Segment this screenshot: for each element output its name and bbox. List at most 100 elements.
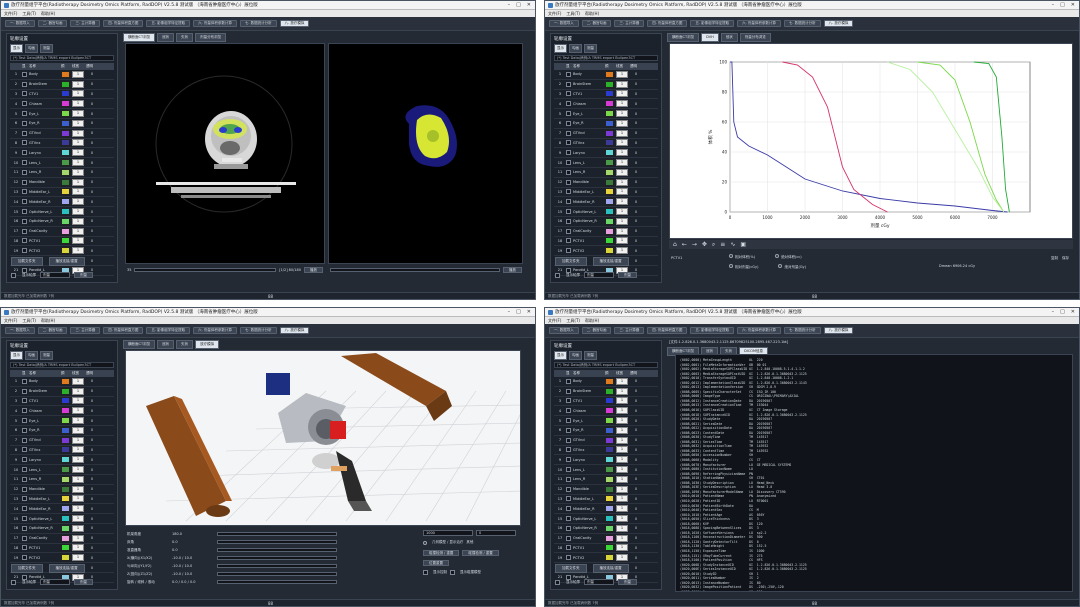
line-width-field[interactable]: 1: [616, 129, 628, 137]
close-icon[interactable]: ✕: [527, 309, 531, 315]
dose-select[interactable]: 剂量: [40, 579, 70, 585]
row-visible-checkbox[interactable]: [566, 81, 571, 87]
table-row[interactable]: 17 OralCavity 1 0: [10, 534, 114, 544]
structure-color-swatch[interactable]: [605, 100, 614, 108]
line-width-field[interactable]: 1: [616, 544, 628, 552]
table-row[interactable]: 13 MiddleEar_L 1 0: [10, 495, 114, 505]
step-button-5[interactable]: 五. 影像组学特征提取: [146, 20, 191, 27]
structure-color-swatch[interactable]: [605, 466, 614, 474]
line-width-field[interactable]: 1: [616, 387, 628, 395]
structure-color-swatch[interactable]: [61, 554, 70, 562]
alpha-value[interactable]: 0: [630, 249, 642, 253]
line-width-field[interactable]: 1: [616, 70, 628, 78]
table-row[interactable]: 1 Body 1 0: [554, 377, 658, 387]
menu-file[interactable]: 文件(F): [548, 11, 561, 17]
structure-color-swatch[interactable]: [61, 188, 70, 196]
alpha-value[interactable]: 0: [630, 448, 642, 452]
row-visible-checkbox[interactable]: [566, 398, 571, 404]
table-row[interactable]: 2 BrainStem 1 0: [10, 80, 114, 90]
table-row[interactable]: 12 Mandible 1 0: [554, 178, 658, 188]
dvh-curve-4[interactable]: [887, 61, 1005, 213]
alpha-value[interactable]: 0: [86, 151, 98, 155]
line-width-field[interactable]: 1: [616, 198, 628, 206]
row-visible-checkbox[interactable]: [566, 248, 571, 254]
line-width-field[interactable]: 1: [72, 446, 84, 454]
structure-color-swatch[interactable]: [605, 475, 614, 483]
table-row[interactable]: 13 MiddleEar_L 1 0: [554, 188, 658, 198]
row-visible-checkbox[interactable]: [566, 447, 571, 453]
structure-color-swatch[interactable]: [605, 80, 614, 88]
alpha-value[interactable]: 0: [630, 477, 642, 481]
position-reset-button[interactable]: 位置重置: [423, 560, 449, 566]
settings-icon[interactable]: ≡: [720, 241, 725, 248]
structure-color-swatch[interactable]: [61, 495, 70, 503]
tab-coronal[interactable]: 冠状: [157, 340, 175, 349]
structure-color-swatch[interactable]: [605, 495, 614, 503]
structure-color-swatch[interactable]: [605, 377, 614, 385]
maximize-icon[interactable]: □: [516, 309, 521, 315]
line-width-field[interactable]: 1: [616, 554, 628, 562]
structure-color-swatch[interactable]: [605, 139, 614, 147]
line-width-field[interactable]: 1: [72, 237, 84, 245]
table-row[interactable]: 4 Chiasm 1 0: [554, 406, 658, 417]
menu-tools[interactable]: 工具(T): [566, 11, 580, 17]
step-button-2[interactable]: 二. 器官勾画: [37, 327, 68, 334]
step-button-2[interactable]: 二. 器官勾画: [581, 327, 612, 334]
row-visible-checkbox[interactable]: [22, 81, 27, 87]
panel-tab-2[interactable]: 勾画: [25, 351, 38, 360]
alpha-value[interactable]: 0: [86, 497, 98, 501]
alpha-value[interactable]: 0: [86, 131, 98, 135]
param-slider[interactable]: [217, 572, 337, 576]
alpha-value[interactable]: 0: [86, 536, 98, 540]
step-button-5[interactable]: 五. 影像组学特征提取: [146, 327, 191, 334]
table-row[interactable]: 19 PCTV2 1 0: [554, 553, 658, 564]
line-width-field[interactable]: 1: [72, 90, 84, 98]
alpha-value[interactable]: 0: [86, 219, 98, 223]
alpha-value[interactable]: 0: [86, 526, 98, 530]
structure-color-swatch[interactable]: [61, 208, 70, 216]
save-icon[interactable]: ▣: [740, 241, 746, 248]
step-button-4[interactable]: 四. 剂量体积直方图: [103, 327, 144, 334]
alpha-value[interactable]: 0: [86, 82, 98, 86]
alpha-value[interactable]: 0: [86, 448, 98, 452]
line-width-field[interactable]: 1: [72, 168, 84, 176]
line-width-field[interactable]: 1: [616, 208, 628, 216]
table-row[interactable]: 7 GTVnd 1 0: [10, 129, 114, 139]
line-width-field[interactable]: 1: [616, 377, 628, 385]
row-visible-checkbox[interactable]: [22, 150, 27, 156]
structure-color-swatch[interactable]: [605, 436, 614, 444]
line-width-field[interactable]: 1: [72, 387, 84, 395]
table-row[interactable]: 18 PCTV1 1 0: [554, 237, 658, 247]
line-width-field[interactable]: 1: [72, 70, 84, 78]
absdose-radio[interactable]: 绝对剂量(Gy): [778, 264, 806, 270]
row-visible-checkbox[interactable]: [566, 71, 571, 77]
structure-color-swatch[interactable]: [605, 208, 614, 216]
row-visible-checkbox[interactable]: [566, 496, 571, 502]
structure-color-swatch[interactable]: [605, 554, 614, 562]
row-visible-checkbox[interactable]: [566, 160, 571, 166]
structure-color-swatch[interactable]: [61, 456, 70, 464]
line-width-field[interactable]: 1: [616, 485, 628, 493]
pan-icon[interactable]: ✥: [702, 241, 707, 248]
structure-color-swatch[interactable]: [605, 534, 614, 542]
alpha-value[interactable]: 0: [86, 409, 98, 413]
table-row[interactable]: 13 MiddleEar_L 1 0: [554, 495, 658, 505]
line-width-field[interactable]: 1: [72, 515, 84, 523]
line-width-field[interactable]: 1: [616, 426, 628, 434]
step-button-4[interactable]: 四. 剂量体积直方图: [647, 327, 688, 334]
line-width-field[interactable]: 1: [72, 247, 84, 255]
alpha-value[interactable]: 0: [630, 219, 642, 223]
panel-tab-3[interactable]: 测量: [584, 351, 597, 360]
tab-axial-ct[interactable]: 横断面CT浏览: [123, 33, 156, 42]
row-visible-checkbox[interactable]: [22, 179, 27, 185]
structure-color-swatch[interactable]: [61, 377, 70, 385]
table-row[interactable]: 18 PCTV1 1 0: [10, 237, 114, 247]
line-width-field[interactable]: 1: [72, 377, 84, 385]
step-button-3[interactable]: 三. 主计算器: [70, 327, 101, 334]
load-folder-button[interactable]: 加载文件夹: [555, 564, 587, 573]
alpha-value[interactable]: 0: [630, 536, 642, 540]
row-visible-checkbox[interactable]: [22, 486, 27, 492]
structure-color-swatch[interactable]: [61, 247, 70, 255]
alpha-value[interactable]: 0: [86, 566, 98, 570]
alpha-value[interactable]: 0: [630, 210, 642, 214]
